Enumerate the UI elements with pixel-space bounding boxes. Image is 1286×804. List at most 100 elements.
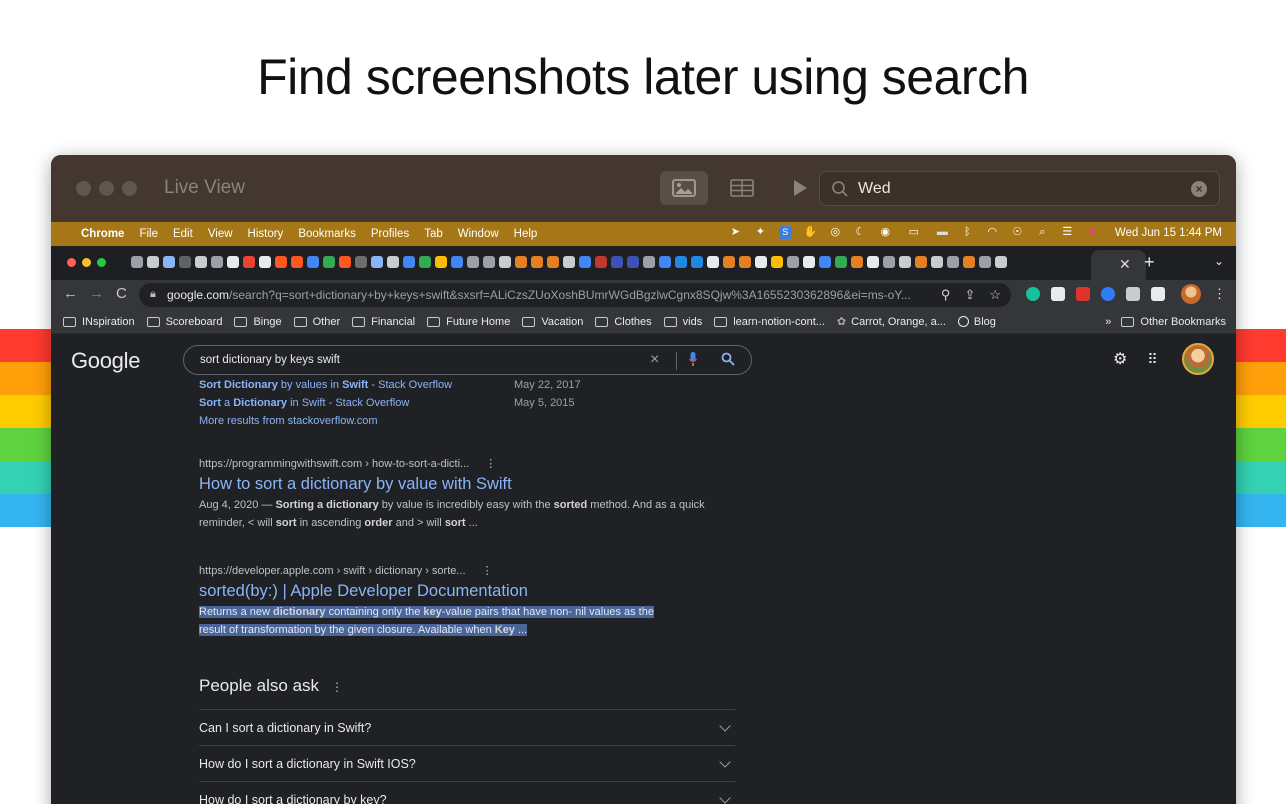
share-icon[interactable]: ⇪ <box>964 287 975 303</box>
pinned-tab-favicon[interactable] <box>819 256 831 268</box>
back-icon[interactable]: ← <box>63 285 78 302</box>
app-search-field[interactable]: × <box>819 171 1220 206</box>
pinned-tab-favicon[interactable] <box>355 256 367 268</box>
google-account-avatar[interactable] <box>1182 343 1214 375</box>
pinned-tab-favicon[interactable] <box>275 256 287 268</box>
pinned-tab-favicon[interactable] <box>291 256 303 268</box>
apps-grid-icon[interactable]: ⠿ <box>1147 351 1157 368</box>
paa-more-icon[interactable]: ⋮ <box>331 680 343 694</box>
pinned-tab-favicon[interactable] <box>147 256 159 268</box>
forward-icon[interactable]: → <box>89 285 104 302</box>
pinned-tab-favicon[interactable] <box>339 256 351 268</box>
pinned-tab-favicon[interactable] <box>659 256 671 268</box>
pinned-tab-favicon[interactable] <box>403 256 415 268</box>
more-results-link[interactable]: More results from stackoverflow.com <box>199 415 378 427</box>
pinned-tab-favicon[interactable] <box>579 256 591 268</box>
browser-zoom-button[interactable] <box>97 258 106 267</box>
pinned-tab-favicon[interactable] <box>915 256 927 268</box>
pinned-tab-favicon[interactable] <box>707 256 719 268</box>
pinned-tab-favicon[interactable] <box>163 256 175 268</box>
pinned-tab-favicon[interactable] <box>723 256 735 268</box>
pinned-tab-favicon[interactable] <box>563 256 575 268</box>
google-search-input[interactable]: sort dictionary by keys swift <box>200 354 340 366</box>
result-more-icon[interactable]: ⋮ <box>485 458 496 470</box>
pinned-tab-favicon[interactable] <box>627 256 639 268</box>
pinned-tab-favicon[interactable] <box>963 256 975 268</box>
browser-close-button[interactable] <box>67 258 76 267</box>
result-title-link[interactable]: sorted(by:) | Apple Developer Documentat… <box>199 582 739 601</box>
active-tab[interactable]: ✕ <box>1091 250 1146 280</box>
bookmark-folder[interactable]: learn-notion-cont... <box>714 316 825 328</box>
pinned-tab-favicon[interactable] <box>787 256 799 268</box>
pinned-tab-favicon[interactable] <box>515 256 527 268</box>
bookmark-star-icon[interactable]: ☆ <box>989 287 1001 303</box>
pinned-tab-favicon[interactable] <box>387 256 399 268</box>
pinned-tab-favicon[interactable] <box>851 256 863 268</box>
pinned-tab-favicon[interactable] <box>211 256 223 268</box>
url-text[interactable]: google.com/search?q=sort+dictionary+by+k… <box>167 288 927 302</box>
pinned-tab-favicon[interactable] <box>451 256 463 268</box>
app-s-icon[interactable]: S <box>778 226 792 239</box>
zoom-window-button[interactable] <box>122 181 137 196</box>
pinned-tab-favicon[interactable] <box>243 256 255 268</box>
control-center-icon[interactable]: ☰ <box>1061 226 1074 239</box>
browser-minimize-button[interactable] <box>82 258 91 267</box>
profile-avatar-small[interactable] <box>1181 284 1201 304</box>
bookmarks-overflow-button[interactable]: » <box>1105 316 1111 328</box>
hand-icon[interactable]: ✋ <box>804 226 818 239</box>
menu-bookmarks[interactable]: Bookmarks <box>298 228 356 240</box>
pinned-tab-favicon[interactable] <box>227 256 239 268</box>
pinned-tab-favicon[interactable] <box>995 256 1007 268</box>
menu-app-name[interactable]: Chrome <box>81 228 124 240</box>
siri-icon[interactable]: ● <box>1086 226 1099 239</box>
browser-menu-icon[interactable]: ⋮ <box>1213 286 1226 302</box>
minimize-window-button[interactable] <box>99 181 114 196</box>
instapaper-icon[interactable] <box>1051 287 1065 301</box>
side-panel-icon[interactable] <box>1151 287 1165 301</box>
image-view-button[interactable] <box>660 171 708 205</box>
lock-icon[interactable]: 🔒︎ <box>150 288 156 301</box>
bookmark-folder[interactable]: Vacation <box>522 316 583 328</box>
result-more-icon[interactable]: ⋮ <box>482 565 493 577</box>
pinned-tab-favicon[interactable] <box>435 256 447 268</box>
pinned-tab-favicon[interactable] <box>835 256 847 268</box>
spotlight-icon[interactable]: ⌕ <box>1036 226 1049 239</box>
pinned-tab-favicon[interactable] <box>803 256 815 268</box>
pinned-tab-favicon[interactable] <box>323 256 335 268</box>
location-icon[interactable]: ➤ <box>729 226 742 239</box>
acrobat-icon[interactable] <box>1076 287 1090 301</box>
other-bookmarks[interactable]: Other Bookmarks <box>1121 316 1226 328</box>
bookmark-folder[interactable]: Clothes <box>595 316 652 328</box>
bookmark-folder[interactable]: Scoreboard <box>146 316 222 328</box>
tab-search-icon[interactable]: ⌄ <box>1214 254 1224 268</box>
record-icon[interactable]: ◉ <box>879 226 892 239</box>
address-bar[interactable]: 🔒︎ google.com/search?q=sort+dictionary+b… <box>139 283 1011 307</box>
pinned-tab-favicon[interactable] <box>675 256 687 268</box>
pinned-tab-favicon[interactable] <box>739 256 751 268</box>
moon-icon[interactable]: ☾ <box>854 226 867 239</box>
paa-question[interactable]: Can I sort a dictionary in Swift? <box>199 709 735 745</box>
pinned-tab-favicon[interactable] <box>691 256 703 268</box>
onepassword-icon[interactable] <box>1101 287 1115 301</box>
bookmark-link[interactable]: Blog <box>957 316 996 328</box>
search-icon[interactable] <box>721 352 735 366</box>
menu-help[interactable]: Help <box>514 228 538 240</box>
bookmark-folder[interactable]: vids <box>663 316 702 328</box>
pinned-tab-favicon[interactable] <box>195 256 207 268</box>
menu-history[interactable]: History <box>248 228 284 240</box>
bookmark-folder[interactable]: Future Home <box>427 316 510 328</box>
grammarly-icon[interactable] <box>1026 287 1040 301</box>
pinned-tab-favicon[interactable] <box>499 256 511 268</box>
pinned-tab-favicon[interactable] <box>643 256 655 268</box>
clear-search-icon[interactable]: × <box>1191 181 1207 197</box>
reload-icon[interactable]: C <box>116 285 127 302</box>
pinned-tab-favicon[interactable] <box>931 256 943 268</box>
pinned-tab-favicon[interactable] <box>547 256 559 268</box>
bookmark-folder[interactable]: INspiration <box>63 316 135 328</box>
location-pin-icon[interactable]: ⚲ <box>941 287 951 303</box>
user-icon[interactable]: ☉ <box>1011 226 1024 239</box>
pinned-tab-favicon[interactable] <box>883 256 895 268</box>
settings-gear-icon[interactable]: ⚙ <box>1113 349 1127 369</box>
google-search-box[interactable]: sort dictionary by keys swift × <box>183 345 752 375</box>
pinned-tab-favicon[interactable] <box>371 256 383 268</box>
